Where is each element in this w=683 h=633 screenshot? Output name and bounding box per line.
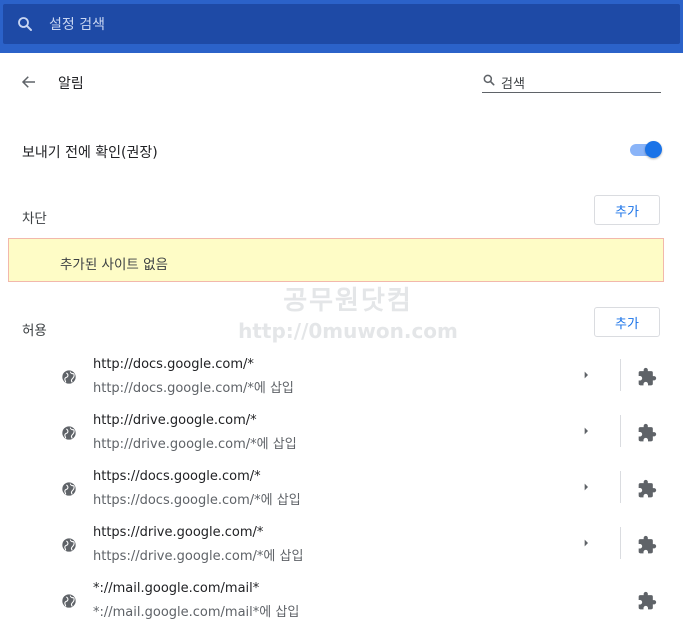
site-embedded-in: http://drive.google.com/*에 삽입: [93, 437, 297, 452]
arrow-right-icon[interactable]: [578, 367, 594, 383]
site-search-input[interactable]: 검색: [482, 67, 661, 93]
divider: [620, 527, 621, 559]
puzzle-extension-icon[interactable]: [637, 367, 657, 387]
site-embedded-in: https://docs.google.com/*에 삽입: [93, 493, 301, 508]
site-row[interactable]: https://docs.google.com/* https://docs.g…: [0, 463, 683, 519]
site-url: http://docs.google.com/*: [93, 357, 254, 372]
allowed-section-label: 허용: [22, 323, 47, 339]
blocked-add-button[interactable]: 추가: [594, 195, 660, 225]
blocked-empty-message: 추가된 사이트 없음: [8, 238, 664, 282]
site-embedded-in: http://docs.google.com/*에 삽입: [93, 381, 294, 396]
blocked-section-label: 차단: [22, 211, 47, 227]
site-embedded-in: https://drive.google.com/*에 삽입: [93, 549, 304, 564]
puzzle-extension-icon[interactable]: [637, 591, 657, 611]
confirm-before-send-label: 보내기 전에 확인(권장): [22, 145, 158, 161]
site-row[interactable]: *://mail.google.com/mail* *://mail.googl…: [0, 575, 683, 631]
site-url: https://docs.google.com/*: [93, 469, 261, 484]
globe-icon: [62, 370, 76, 384]
watermark: 공무원닷컴 http://0muwon.com: [233, 280, 463, 343]
arrow-right-icon[interactable]: [578, 535, 594, 551]
globe-icon: [62, 594, 76, 608]
site-url: https://drive.google.com/*: [93, 525, 264, 540]
site-row[interactable]: http://drive.google.com/* http://drive.g…: [0, 407, 683, 463]
site-url: http://drive.google.com/*: [93, 413, 257, 428]
allowed-add-button[interactable]: 추가: [594, 307, 660, 337]
site-embedded-in: *://mail.google.com/mail*에 삽입: [93, 605, 300, 620]
notifications-panel: 알림 검색 보내기 전에 확인(권장) 차단 추가 추가된 사이트 없음 공무원…: [0, 53, 683, 633]
puzzle-extension-icon[interactable]: [637, 479, 657, 499]
search-icon: [483, 74, 495, 86]
divider: [620, 359, 621, 391]
top-search-bar: 설정 검색: [0, 0, 683, 53]
divider: [620, 415, 621, 447]
toggle-knob: [645, 141, 662, 158]
globe-icon: [62, 538, 76, 552]
settings-search-placeholder: 설정 검색: [49, 17, 105, 33]
site-row[interactable]: https://drive.google.com/* https://drive…: [0, 519, 683, 575]
watermark-line-2: http://0muwon.com: [238, 319, 458, 343]
arrow-right-icon[interactable]: [578, 423, 594, 439]
site-url: *://mail.google.com/mail*: [93, 581, 260, 596]
site-row[interactable]: http://docs.google.com/* http://docs.goo…: [0, 351, 683, 407]
arrow-back-icon[interactable]: [20, 73, 38, 91]
watermark-line-1: 공무원닷컴: [283, 286, 413, 316]
page-title: 알림: [58, 76, 84, 92]
empty-message-text: 추가된 사이트 없음: [60, 257, 168, 273]
site-search-placeholder: 검색: [501, 77, 525, 92]
globe-icon: [62, 482, 76, 496]
globe-icon: [62, 426, 76, 440]
confirm-before-send-toggle[interactable]: [630, 141, 662, 159]
search-icon: [18, 17, 32, 31]
settings-search-field[interactable]: 설정 검색: [3, 4, 680, 44]
divider: [620, 471, 621, 503]
arrow-right-icon[interactable]: [578, 479, 594, 495]
puzzle-extension-icon[interactable]: [637, 423, 657, 443]
puzzle-extension-icon[interactable]: [637, 535, 657, 555]
